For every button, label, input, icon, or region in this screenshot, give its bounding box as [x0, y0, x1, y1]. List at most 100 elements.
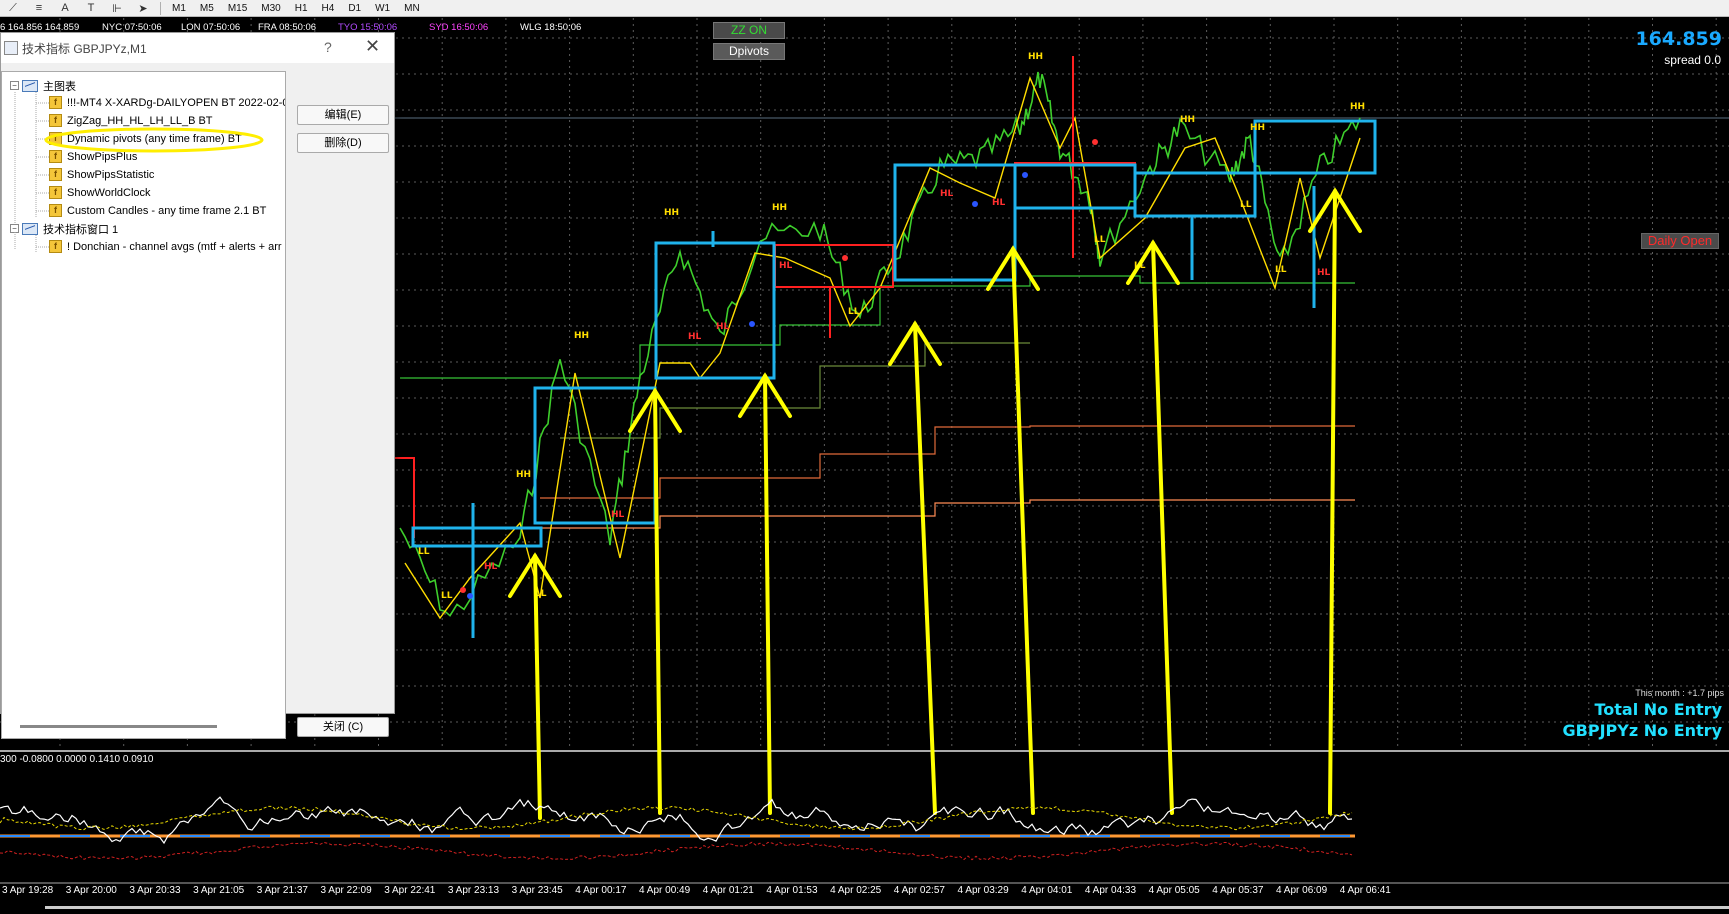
time-axis-label: 3 Apr 20:00	[65, 885, 117, 896]
time-axis-label: 3 Apr 22:41	[384, 885, 436, 896]
annotation-arrow	[653, 389, 662, 815]
time-axis-label: 4 Apr 01:53	[766, 885, 818, 896]
clock-syd: SYD 16:50:06	[429, 22, 489, 33]
time-axis-label: 4 Apr 02:57	[893, 885, 945, 896]
swing-label: HH	[1028, 52, 1043, 62]
indicator-window-icon	[4, 41, 18, 55]
oscillator-lower	[0, 841, 1353, 861]
signal-dot	[972, 201, 978, 207]
pivot-line	[540, 425, 1355, 499]
daily-open-box	[1014, 162, 1136, 209]
annotation-arrow	[1011, 247, 1035, 815]
swing-label: LL	[848, 307, 860, 317]
symbol-status: GBPJPYz No Entry	[1562, 721, 1722, 740]
toolbar: ⟋ ≡ A T ⊩ ➤ M1 M5 M15 M30 H1 H4 D1 W1 MN	[0, 0, 1729, 17]
timeframe-w1[interactable]: W1	[368, 1, 397, 16]
signal-dot	[1092, 139, 1098, 145]
dpivots-button[interactable]: Dpivots	[713, 43, 785, 60]
oscillator-upper	[0, 805, 1353, 831]
swing-label: HH	[772, 203, 787, 213]
delete-button[interactable]: 删除(D)	[297, 133, 389, 153]
time-axis-label: 4 Apr 00:49	[639, 885, 691, 896]
trend-line-tool-icon[interactable]: ⟋	[0, 1, 26, 16]
timeframe-mn[interactable]: MN	[397, 1, 427, 16]
swing-label: HL	[779, 261, 793, 271]
timeframe-h1[interactable]: H1	[288, 1, 315, 16]
swing-label: LL	[441, 591, 453, 601]
time-axis-label: 4 Apr 04:33	[1084, 885, 1137, 896]
text-tool-icon[interactable]: A	[52, 1, 78, 16]
timeframe-m5[interactable]: M5	[193, 1, 221, 16]
close-button[interactable]: 关闭 (C)	[297, 717, 389, 737]
pivot-box	[1013, 163, 1137, 210]
highlight-ellipse	[44, 127, 264, 153]
dialog-title: 技术指标 GBPJPYz,M1	[22, 41, 147, 56]
timeframe-m1[interactable]: M1	[165, 1, 193, 16]
indicators-dialog: 技术指标 GBPJPYz,M1 ? ✕ − 主图表 f !!!-MT4 X-XA…	[0, 32, 395, 739]
swing-label: HH	[516, 470, 531, 480]
swing-label: HH	[1250, 123, 1265, 133]
close-icon[interactable]: ✕	[365, 36, 380, 57]
swing-label: HL	[611, 510, 625, 520]
timeframe-m30[interactable]: M30	[254, 1, 287, 16]
annotation-arrow	[1151, 241, 1174, 815]
fibonacci-tool-icon[interactable]: ≡	[26, 1, 52, 16]
time-axis-label: 4 Apr 04:01	[1021, 885, 1073, 896]
current-price: 164.859	[1635, 28, 1722, 50]
daily-open-box	[774, 244, 894, 288]
swing-label: HL	[992, 198, 1006, 208]
time-axis-label: 3 Apr 23:45	[511, 885, 563, 896]
swing-label: HL	[688, 332, 702, 342]
time-axis-label: 3 Apr 23:13	[447, 885, 500, 896]
time-axis-label: 3 Apr 19:28	[2, 885, 54, 896]
indicator-values: 300 -0.0800 0.0000 0.1410 0.0910	[0, 754, 154, 765]
fibo-fan-tool-icon[interactable]: ⊩	[104, 1, 130, 16]
swing-label: HH	[1180, 115, 1195, 125]
spread-label: spread 0.0	[1664, 53, 1721, 67]
time-axis-label: 4 Apr 05:05	[1148, 885, 1200, 896]
clock-wlg: WLG 18:50:06	[520, 22, 582, 33]
swing-label: LL	[1094, 235, 1106, 245]
daily-open-button[interactable]: Daily Open	[1641, 233, 1719, 249]
time-axis: 3 Apr 19:28 3 Apr 20:00 3 Apr 20:33 3 Apr 2…	[0, 885, 1729, 899]
pivot-box	[654, 241, 776, 380]
pivot-box	[1133, 171, 1257, 218]
time-axis-label: 3 Apr 21:05	[193, 885, 245, 896]
toolbar-separator	[160, 1, 161, 15]
dialog-titlebar[interactable]: 技术指标 GBPJPYz,M1	[1, 33, 394, 63]
arrows-tool-icon[interactable]: ➤	[130, 1, 156, 16]
time-axis-label: 4 Apr 03:29	[957, 885, 1009, 896]
help-button[interactable]: ?	[324, 39, 332, 55]
indicator-tree[interactable]: − 主图表 f !!!-MT4 X-XARDg-DAILYOPEN BT 202…	[1, 71, 286, 739]
mt4-terminal: ⟋ ≡ A T ⊩ ➤ M1 M5 M15 M30 H1 H4 D1 W1 MN…	[0, 0, 1729, 914]
time-axis-label: 3 Apr 20:33	[129, 885, 181, 896]
swing-label: HH	[574, 331, 589, 341]
edit-button[interactable]: 编辑(E)	[297, 105, 389, 125]
zigzag-line	[404, 75, 1361, 620]
chart-scrollbar[interactable]	[45, 906, 1729, 909]
signal-dot	[467, 593, 473, 599]
swing-label: HH	[1350, 102, 1365, 112]
swing-label: HL	[940, 189, 954, 199]
tree-scrollbar[interactable]	[20, 725, 217, 728]
timeframe-m15[interactable]: M15	[221, 1, 254, 16]
time-axis-label: 4 Apr 01:21	[702, 885, 754, 896]
tree-lines	[14, 92, 49, 252]
swing-label: HL	[716, 322, 730, 332]
text-label-tool-icon[interactable]: T	[78, 1, 104, 16]
pivot-line	[540, 499, 1355, 529]
time-axis-label: 4 Apr 02:25	[830, 885, 882, 896]
swing-label: LL	[1240, 200, 1252, 210]
time-axis-label: 4 Apr 00:17	[575, 885, 627, 896]
annotation-arrow	[763, 374, 772, 815]
candle-series	[399, 71, 1361, 617]
swing-label: HH	[664, 208, 679, 218]
swing-label: HL	[484, 562, 498, 572]
swing-label: LL	[418, 547, 430, 557]
timeframe-h4[interactable]: H4	[315, 1, 342, 16]
this-month-pips: This month : +1.7 pips	[1635, 688, 1724, 698]
signal-dot	[749, 321, 755, 327]
total-status: Total No Entry	[1594, 700, 1722, 719]
timeframe-d1[interactable]: D1	[341, 1, 368, 16]
zz-on-button[interactable]: ZZ ON	[713, 22, 785, 39]
